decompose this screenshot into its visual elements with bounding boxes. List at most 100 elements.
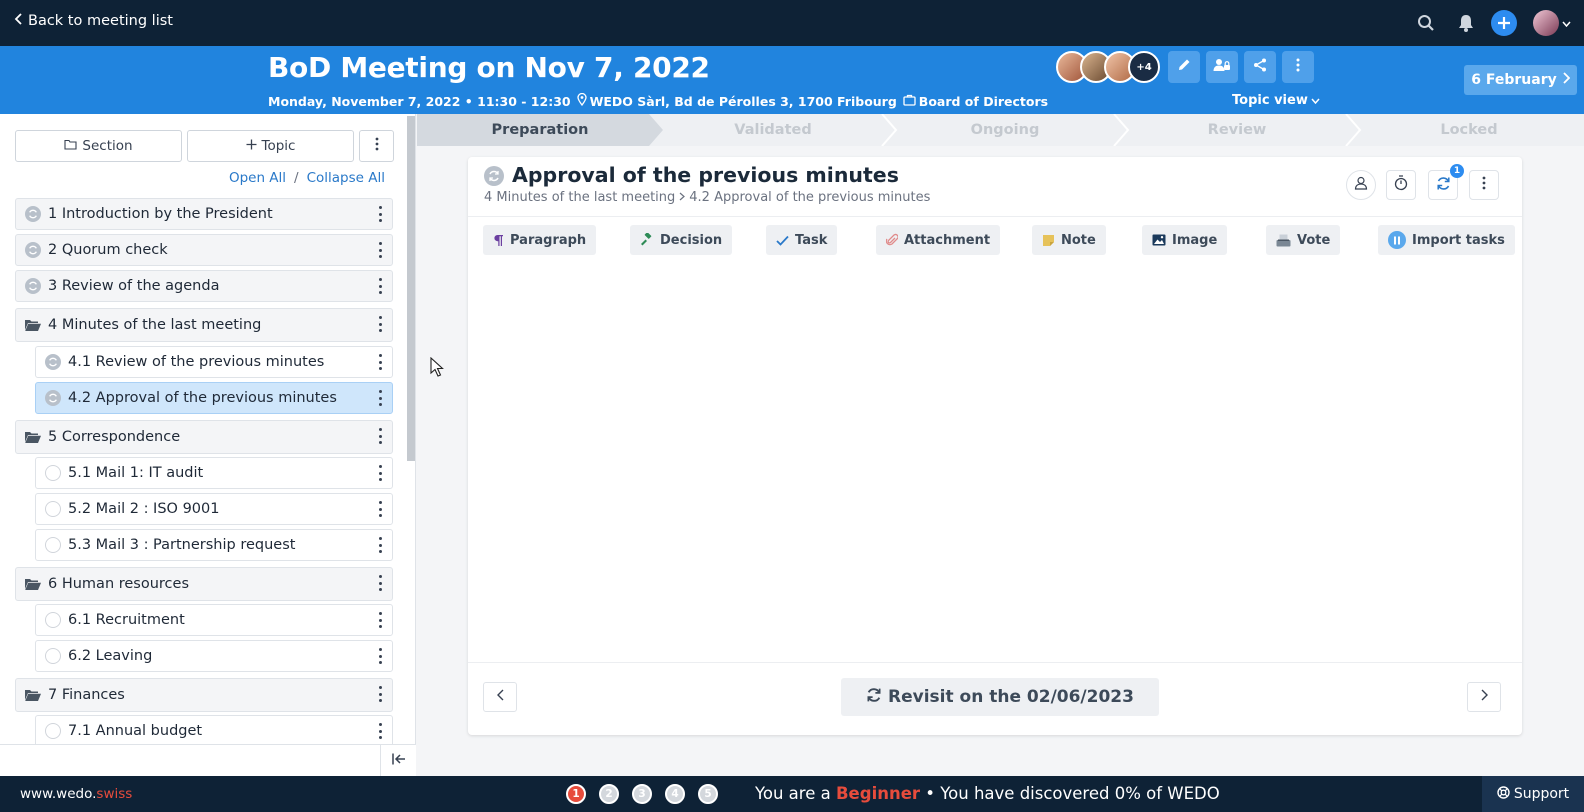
cycle-icon (24, 277, 42, 295)
previous-topic-button[interactable] (483, 682, 517, 712)
add-paragraph-button[interactable]: Paragraph (483, 225, 597, 255)
onboarding-level: You are a Beginner • You have discovered… (755, 784, 1220, 803)
stage-ongoing[interactable]: Ongoing (889, 114, 1121, 146)
collapse-sidebar-button[interactable] (380, 745, 416, 777)
kebab-icon[interactable] (378, 242, 382, 258)
add-vote-button[interactable]: Vote (1266, 225, 1341, 255)
timer-button[interactable] (1386, 170, 1416, 200)
breadcrumb-parent[interactable]: 4 Minutes of the last meeting (484, 190, 675, 205)
view-selector[interactable]: Topic view (1232, 93, 1320, 108)
agenda-section-row[interactable]: 5 Correspondence (15, 420, 393, 454)
kebab-icon[interactable] (378, 354, 382, 370)
folder-open-icon (24, 575, 42, 593)
agenda-topic-row[interactable]: 5.3 Mail 3 : Partnership request (35, 529, 393, 561)
topic-footer: Revisit on the 02/06/2023 (468, 662, 1522, 735)
onboarding-step[interactable]: 1 (566, 784, 586, 804)
kebab-icon[interactable] (378, 465, 382, 481)
agenda-item-label: 5.2 Mail 2 : ISO 9001 (68, 501, 220, 517)
onboarding-step[interactable]: 4 (665, 784, 685, 804)
site-link[interactable]: www.wedo.swiss (20, 786, 132, 802)
stage-preparation[interactable]: Preparation (417, 114, 663, 146)
meeting-meta: Monday, November 7, 2022 • 11:30 - 12:30… (268, 92, 1048, 109)
folder-icon (64, 138, 77, 154)
add-note-button[interactable]: Note (1032, 225, 1106, 255)
revisit-date-button[interactable]: Revisit on the 02/06/2023 (841, 678, 1159, 716)
agenda-section-row[interactable]: 6 Human resources (15, 567, 393, 601)
agenda-item-label: 5.3 Mail 3 : Partnership request (68, 537, 296, 553)
back-to-meeting-list-link[interactable]: Back to meeting list (14, 13, 173, 29)
onboarding-step[interactable]: 3 (632, 784, 652, 804)
agenda-topic-row[interactable]: 4.2 Approval of the previous minutes (35, 382, 393, 414)
sidebar-scrollbar[interactable] (407, 116, 415, 461)
import-icon (1388, 231, 1406, 249)
add-section-button[interactable]: Section (15, 130, 182, 162)
kebab-icon[interactable] (378, 723, 382, 739)
kebab-icon[interactable] (378, 278, 382, 294)
attendees-button[interactable] (1206, 51, 1238, 83)
plus-icon (246, 138, 257, 154)
more-options-button[interactable] (1282, 51, 1314, 83)
agenda-topic-row[interactable]: 1 Introduction by the President (15, 198, 393, 230)
add-topic-button[interactable]: Topic (187, 130, 354, 162)
stage-locked[interactable]: Locked (1353, 114, 1584, 146)
kebab-icon[interactable] (378, 537, 382, 553)
kebab-icon[interactable] (378, 316, 382, 332)
collapse-all-link[interactable]: Collapse All (307, 170, 385, 186)
sidebar-more-button[interactable] (359, 130, 394, 162)
next-topic-button[interactable] (1467, 682, 1501, 712)
meeting-date-time: Monday, November 7, 2022 • 11:30 - 12:30 (268, 93, 571, 109)
site-prefix: www.wedo. (20, 786, 97, 802)
onboarding-step[interactable]: 2 (599, 784, 619, 804)
agenda-item-label: 5 Correspondence (48, 429, 181, 445)
open-all-link[interactable]: Open All (229, 170, 286, 186)
kebab-icon[interactable] (378, 501, 382, 517)
agenda-topic-row[interactable]: 4.1 Review of the previous minutes (35, 346, 393, 378)
share-button[interactable] (1244, 51, 1276, 83)
search-icon[interactable] (1413, 10, 1439, 36)
kebab-icon[interactable] (378, 612, 382, 628)
chevron-right-icon (1481, 689, 1488, 705)
add-attachment-button[interactable]: Attachment (876, 225, 1001, 255)
agenda-section-row[interactable]: 4 Minutes of the last meeting (15, 308, 393, 342)
agenda-topic-row[interactable]: 7.1 Annual budget (35, 715, 393, 747)
attendee-avatars[interactable]: +4 (1056, 51, 1160, 83)
meeting-group[interactable]: Board of Directors (903, 94, 1048, 109)
kebab-icon[interactable] (378, 428, 382, 444)
kebab-icon[interactable] (378, 648, 382, 664)
share-icon (1253, 58, 1267, 76)
stage-validated[interactable]: Validated (657, 114, 889, 146)
agenda-topic-row[interactable]: 6.2 Leaving (35, 640, 393, 672)
kebab-icon[interactable] (378, 575, 382, 591)
agenda-item-label: 1 Introduction by the President (48, 206, 273, 222)
add-decision-button[interactable]: Decision (630, 225, 733, 255)
agenda-item-label: 6 Human resources (48, 576, 190, 592)
agenda-topic-row[interactable]: 6.1 Recruitment (35, 604, 393, 636)
agenda-section-row[interactable]: 7 Finances (15, 678, 393, 712)
agenda-topic-row[interactable]: 2 Quorum check (15, 234, 393, 266)
kebab-icon[interactable] (378, 686, 382, 702)
add-plus-button[interactable] (1491, 10, 1517, 36)
assign-user-button[interactable] (1346, 170, 1376, 200)
kebab-icon[interactable] (378, 390, 382, 406)
agenda-topic-row[interactable]: 5.1 Mail 1: IT audit (35, 457, 393, 489)
kebab-icon[interactable] (378, 206, 382, 222)
stage-review[interactable]: Review (1121, 114, 1353, 146)
add-image-button[interactable]: Image (1142, 225, 1228, 255)
agenda-topic-row[interactable]: 3 Review of the agenda (15, 270, 393, 302)
tool-label: Decision (660, 232, 723, 248)
support-button[interactable]: Support (1482, 776, 1584, 812)
revisit-date-label: Revisit on the 02/06/2023 (888, 687, 1134, 707)
meeting-location[interactable]: WEDO Sàrl, Bd de Pérolles 3, 1700 Fribou… (576, 92, 897, 109)
next-meeting-button[interactable]: 6 February (1464, 65, 1577, 95)
onboarding-step[interactable]: 5 (698, 784, 718, 804)
bell-icon[interactable] (1453, 10, 1479, 36)
user-menu[interactable] (1533, 10, 1573, 36)
revisit-button[interactable]: 1 (1428, 164, 1464, 200)
agenda-topic-row[interactable]: 5.2 Mail 2 : ISO 9001 (35, 493, 393, 525)
topic-more-button[interactable] (1469, 170, 1499, 200)
cycle-icon (44, 353, 62, 371)
add-import-tasks-button[interactable]: Import tasks (1378, 225, 1515, 255)
edit-button[interactable] (1168, 51, 1200, 83)
add-task-button[interactable]: Task (766, 225, 838, 255)
lifebuoy-icon (1497, 785, 1510, 803)
